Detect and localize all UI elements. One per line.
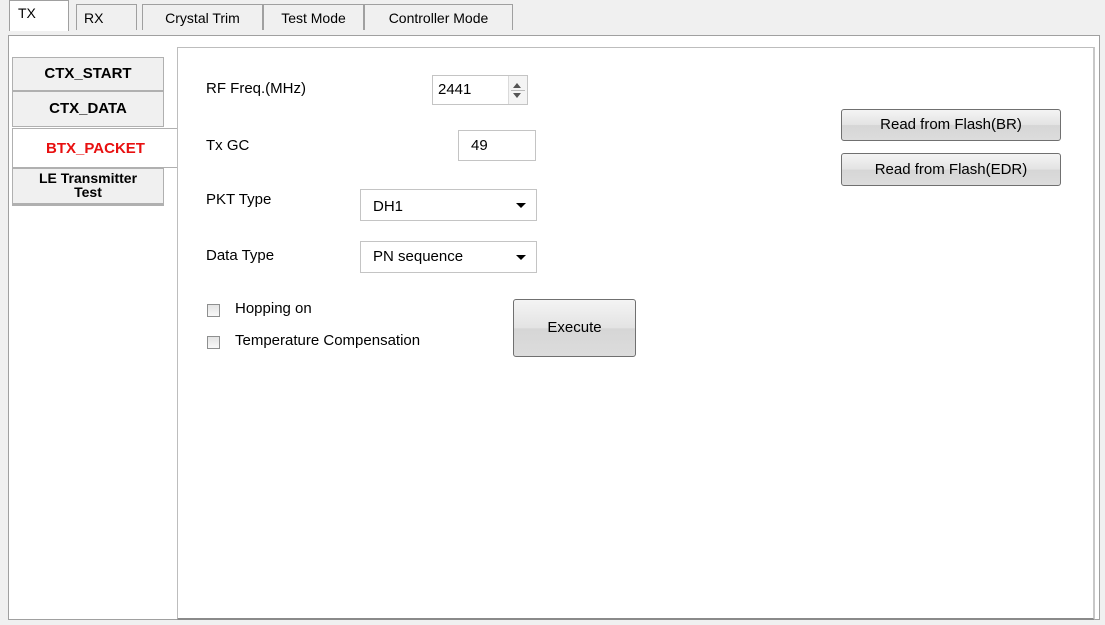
side-tab-le-transmitter-test[interactable]: LE Transmitter Test (12, 168, 164, 206)
chevron-down-icon[interactable] (516, 255, 526, 260)
data-type-value: PN sequence (373, 248, 464, 265)
tx-gc-input[interactable]: 49 (458, 130, 536, 161)
spin-down-icon[interactable] (513, 93, 521, 98)
spin-up-icon[interactable] (513, 83, 521, 88)
temperature-compensation-checkbox[interactable] (207, 336, 220, 349)
tab-controller-mode[interactable]: Controller Mode (364, 4, 513, 30)
tab-rx[interactable]: RX (76, 4, 137, 30)
pkt-type-value: DH1 (373, 198, 404, 215)
tab-tx[interactable]: TX (9, 0, 69, 31)
tx-gc-value: 49 (471, 137, 488, 154)
tx-gc-label: Tx GC (206, 137, 250, 154)
spin-buttons[interactable] (508, 76, 527, 104)
hopping-checkbox[interactable] (207, 304, 220, 317)
spin-divider (511, 90, 525, 91)
hopping-label[interactable]: Hopping on (235, 300, 312, 317)
btx-packet-panel: RF Freq.(MHz) 2441 Tx GC 49 PKT Type DH1… (177, 47, 1095, 620)
rf-freq-label: RF Freq.(MHz) (206, 80, 306, 97)
execute-button[interactable]: Execute (513, 299, 636, 357)
side-tab-ctx-data[interactable]: CTX_DATA (12, 91, 164, 127)
data-type-label: Data Type (206, 247, 275, 264)
temperature-compensation-label[interactable]: Temperature Compensation (235, 332, 420, 349)
chevron-down-icon[interactable] (516, 203, 526, 208)
side-tab-btx-packet[interactable]: BTX_PACKET (12, 128, 178, 168)
side-tab-ctx-start[interactable]: CTX_START (12, 57, 164, 91)
tab-test-mode[interactable]: Test Mode (263, 4, 364, 30)
side-tab-le-line2: Test (74, 184, 102, 200)
pkt-type-label: PKT Type (206, 191, 272, 208)
rf-freq-spinbox[interactable]: 2441 (432, 75, 528, 105)
side-tab-le-line1: LE Transmitter (38, 170, 138, 186)
read-from-flash-edr-button[interactable]: Read from Flash(EDR) (841, 153, 1061, 186)
tab-crystal-trim[interactable]: Crystal Trim (142, 4, 263, 30)
rf-freq-value: 2441 (438, 81, 472, 98)
pkt-type-select[interactable]: DH1 (360, 189, 537, 221)
data-type-select[interactable]: PN sequence (360, 241, 537, 273)
read-from-flash-br-button[interactable]: Read from Flash(BR) (841, 109, 1061, 141)
